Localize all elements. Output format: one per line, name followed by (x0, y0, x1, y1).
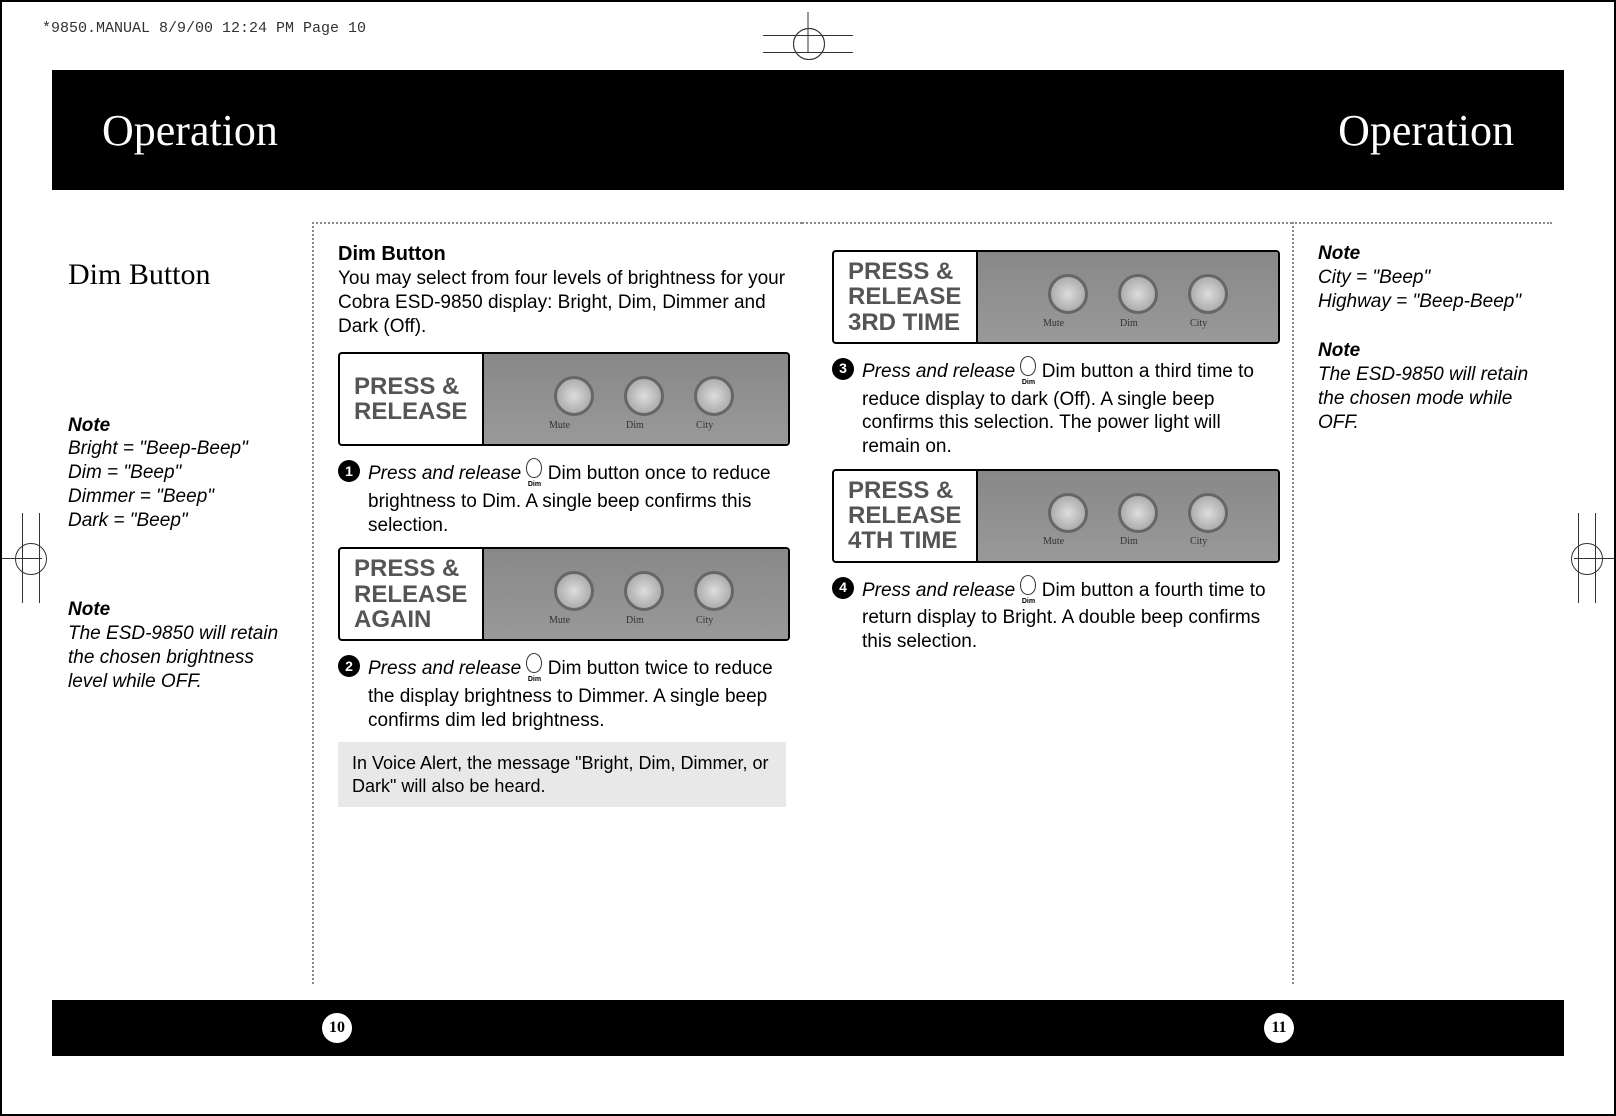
step-number-icon: 3 (832, 358, 854, 380)
note-body: City = "Beep" Highway = "Beep-Beep" (1318, 266, 1536, 314)
section-subtitle: Dim Button (68, 256, 296, 294)
step-2: 2 Press and release Dim button twice to … (338, 653, 786, 732)
footer-band: 10 11 (52, 1000, 1564, 1056)
figure-caption: PRESS & RELEASE 4TH TIME (834, 478, 976, 554)
mute-label: Mute (1043, 318, 1064, 331)
dim-label: Dim (626, 615, 644, 628)
step-number-icon: 2 (338, 655, 360, 677)
city-dial-icon (1188, 274, 1228, 314)
city-dial-icon (694, 571, 734, 611)
dim-dial-icon (1118, 493, 1158, 533)
step-text: Press and release Dim button once to red… (368, 458, 786, 537)
note-body: Bright = "Beep-Beep" Dim = "Beep" Dimmer… (68, 437, 296, 532)
registration-cross-left (2, 558, 42, 559)
note-body: The ESD-9850 will retain the chosen brig… (68, 622, 296, 693)
figure-press-release-2: PRESS & RELEASE AGAIN Mute Dim City (338, 547, 790, 641)
step-action: Press and release (862, 361, 1015, 382)
mute-label: Mute (549, 420, 570, 433)
intro-paragraph: You may select from four levels of brigh… (338, 267, 786, 338)
main-column-left: Dim Button You may select from four leve… (312, 222, 802, 984)
left-margin-column: Dim Button Note Bright = "Beep-Beep" Dim… (52, 222, 312, 984)
step-text: Press and release Dim button twice to re… (368, 653, 786, 732)
city-label: City (1190, 318, 1207, 331)
page-number-left: 10 (322, 1013, 352, 1043)
step-action: Press and release (368, 463, 521, 484)
city-label: City (696, 615, 713, 628)
chapter-title-right: Operation (1338, 105, 1514, 156)
figure-caption: PRESS & RELEASE 3RD TIME (834, 259, 976, 335)
dim-dial-icon (624, 376, 664, 416)
step-action: Press and release (368, 658, 521, 679)
figure-press-release-1: PRESS & RELEASE Mute Dim City (338, 352, 790, 446)
device-illustration: Mute Dim City (482, 549, 788, 639)
note-label: Note (1318, 339, 1536, 363)
city-dial-icon (1188, 493, 1228, 533)
page-number-right: 11 (1264, 1013, 1294, 1043)
manual-spread: *9850.MANUAL 8/9/00 12:24 PM Page 10 Ope… (0, 0, 1616, 1116)
note-body: The ESD-9850 will retain the chosen mode… (1318, 363, 1536, 434)
note-line: Dim = "Beep" (68, 462, 181, 483)
mute-label: Mute (1043, 536, 1064, 549)
device-illustration: Mute Dim City (976, 252, 1278, 342)
note-line: Bright = "Beep-Beep" (68, 438, 248, 459)
note-label: Note (68, 598, 296, 622)
note-2: Note The ESD-9850 will retain the chosen… (68, 598, 296, 693)
mute-dial-icon (554, 376, 594, 416)
city-label: City (1190, 536, 1207, 549)
step-text: Press and release Dim button a third tim… (862, 356, 1276, 459)
step-1: 1 Press and release Dim button once to r… (338, 458, 786, 537)
step-number-icon: 4 (832, 577, 854, 599)
device-illustration: Mute Dim City (976, 471, 1278, 561)
note-line: Highway = "Beep-Beep" (1318, 291, 1521, 312)
note-line: Dimmer = "Beep" (68, 486, 214, 507)
mute-dial-icon (1048, 493, 1088, 533)
dim-label: Dim (1120, 536, 1138, 549)
dim-button-icon (1020, 356, 1036, 388)
step-3: 3 Press and release Dim button a third t… (832, 356, 1276, 459)
mute-dial-icon (554, 571, 594, 611)
registration-mark-bottom (763, 12, 853, 48)
content-area: Dim Button Note Bright = "Beep-Beep" Dim… (52, 222, 1564, 984)
figure-press-release-3: PRESS & RELEASE 3RD TIME Mute Dim City (832, 250, 1280, 344)
note-3: Note City = "Beep" Highway = "Beep-Beep" (1318, 242, 1536, 313)
dim-button-icon (526, 653, 542, 685)
dim-button-icon (1020, 575, 1036, 607)
step-number-icon: 1 (338, 460, 360, 482)
city-label: City (696, 420, 713, 433)
note-label: Note (1318, 242, 1536, 266)
figure-caption: PRESS & RELEASE AGAIN (340, 556, 482, 632)
dim-dial-icon (624, 571, 664, 611)
figure-caption: PRESS & RELEASE (340, 374, 482, 424)
dim-dial-icon (1118, 274, 1158, 314)
registration-cross-right (1574, 558, 1614, 559)
dim-label: Dim (1120, 318, 1138, 331)
chapter-title-left: Operation (102, 105, 278, 156)
dim-label: Dim (626, 420, 644, 433)
step-text: Press and release Dim button a fourth ti… (862, 575, 1276, 654)
figure-press-release-4: PRESS & RELEASE 4TH TIME Mute Dim City (832, 469, 1280, 563)
main-column-right: PRESS & RELEASE 3RD TIME Mute Dim City 3… (802, 222, 1292, 984)
device-illustration: Mute Dim City (482, 354, 788, 444)
note-label: Note (68, 414, 296, 438)
voice-alert-callout: In Voice Alert, the message "Bright, Dim… (338, 742, 786, 807)
chapter-title-band: Operation Operation (52, 70, 1564, 190)
note-1: Note Bright = "Beep-Beep" Dim = "Beep" D… (68, 414, 296, 533)
prepress-header: *9850.MANUAL 8/9/00 12:24 PM Page 10 (42, 20, 366, 37)
mute-label: Mute (549, 615, 570, 628)
mute-dial-icon (1048, 274, 1088, 314)
note-line: Dark = "Beep" (68, 510, 188, 531)
right-margin-column: Note City = "Beep" Highway = "Beep-Beep"… (1292, 222, 1552, 984)
dim-button-icon (526, 458, 542, 490)
main-heading: Dim Button (338, 242, 786, 267)
note-4: Note The ESD-9850 will retain the chosen… (1318, 339, 1536, 434)
step-action: Press and release (862, 580, 1015, 601)
city-dial-icon (694, 376, 734, 416)
note-line: City = "Beep" (1318, 267, 1430, 288)
step-4: 4 Press and release Dim button a fourth … (832, 575, 1276, 654)
